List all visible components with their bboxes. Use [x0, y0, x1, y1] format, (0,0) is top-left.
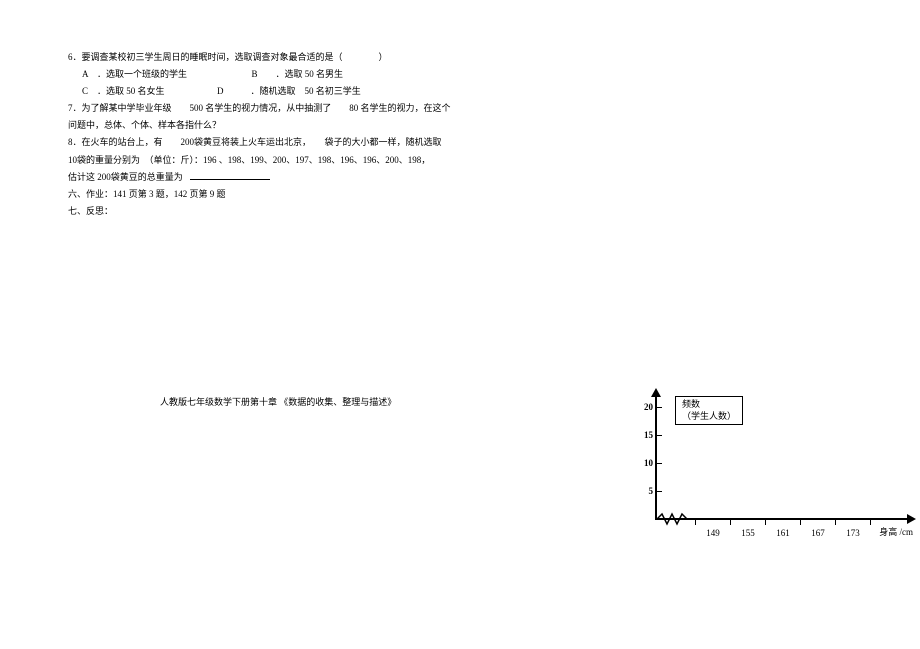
x-tick: [765, 520, 766, 525]
y-tick: [657, 463, 662, 464]
y-tick: [657, 407, 662, 408]
x-tick-label: 173: [846, 528, 860, 538]
axis-break-icon: [657, 512, 687, 526]
y-axis-title: 频数 （学生人数）: [675, 396, 743, 425]
y-axis-arrow-icon: [651, 388, 661, 397]
q8-blank: [190, 170, 270, 180]
x-tick: [800, 520, 801, 525]
q8-line3: 估计这 200袋黄豆的总重量为: [68, 169, 528, 186]
q6-optB: B ．选取 50 名男生: [252, 69, 344, 79]
question-block: 6．要调查某校初三学生周日的睡眠时间，选取调查对象最合适的是（ ） A ．选取一…: [68, 49, 528, 220]
x-axis-arrow-icon: [907, 514, 916, 524]
y-tick: [657, 435, 662, 436]
q6-row2: C ．选取 50 名女生 D ．随机选取 50 名初三学生: [68, 83, 528, 100]
q8-line3-prefix: 估计这 200袋黄豆的总重量为: [68, 172, 183, 182]
q6-optC: C ．选取 50 名女生: [82, 86, 165, 96]
footer-text: 人教版七年级数学下册第十章 《数据的收集、整理与描述》: [160, 395, 396, 408]
y-axis: [655, 395, 657, 520]
y-tick-label: 15: [644, 430, 653, 440]
frequency-chart: 频数 （学生人数） 身高 /cm 5 10 15 20 149 155 161 …: [625, 390, 915, 550]
x-tick-label: 167: [811, 528, 825, 538]
section6: 六、作业：141 页第 3 题，142 页第 9 题: [68, 186, 528, 203]
x-tick-label: 161: [776, 528, 790, 538]
x-tick: [695, 520, 696, 525]
q8-line1: 8．在火车的站台上，有 200袋黄豆将装上火车运出北京， 袋子的大小都一样，随机…: [68, 134, 528, 151]
y-tick-label: 20: [644, 402, 653, 412]
q8-line2: 10袋的重量分别为 （单位：斤）：196 、198、199、200、197、19…: [68, 152, 528, 169]
y-tick-label: 5: [649, 486, 654, 496]
y-title-line2: （学生人数）: [682, 411, 736, 421]
x-axis: [655, 518, 910, 520]
x-axis-title: 身高 /cm: [879, 525, 913, 538]
x-tick: [870, 520, 871, 525]
q6-row1: A ．选取一个班级的学生 B ．选取 50 名男生: [68, 66, 528, 83]
x-tick-label: 155: [741, 528, 755, 538]
x-tick: [730, 520, 731, 525]
y-tick-label: 10: [644, 458, 653, 468]
y-title-line1: 频数: [682, 399, 700, 409]
q6-stem: 6．要调查某校初三学生周日的睡眠时间，选取调查对象最合适的是（ ）: [68, 49, 528, 66]
q6-optA: A ．选取一个班级的学生: [82, 69, 187, 79]
q7-line1: 7．为了解某中学毕业年级 500 名学生的视力情况，从中抽测了 80 名学生的视…: [68, 100, 528, 117]
x-tick: [835, 520, 836, 525]
section7: 七、反思：: [68, 203, 528, 220]
x-tick-label: 149: [706, 528, 720, 538]
q6-optD: D ．随机选取 50 名初三学生: [217, 86, 361, 96]
q7-line2: 问题中，总体、个体、样本各指什么？: [68, 117, 528, 134]
y-tick: [657, 491, 662, 492]
